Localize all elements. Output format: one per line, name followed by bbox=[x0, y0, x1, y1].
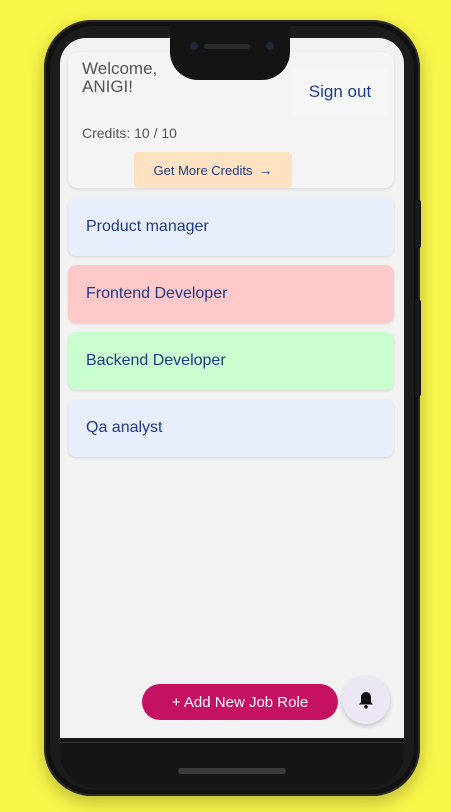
sensor-icon bbox=[266, 42, 274, 50]
job-role-label: Qa analyst bbox=[86, 419, 163, 436]
get-more-credits-label: Get More Credits bbox=[153, 162, 253, 178]
arrow-right-icon: → bbox=[258, 162, 273, 178]
camera-icon bbox=[190, 42, 198, 50]
notifications-button[interactable] bbox=[342, 676, 390, 724]
stage: Welcome, ANIGI! Credits: 10 / 10 Sign ou… bbox=[0, 0, 451, 812]
job-role-label: Product manager bbox=[86, 218, 209, 235]
job-role-item-qa-analyst[interactable]: Qa analyst bbox=[68, 399, 394, 457]
credits-text: Credits: 10 / 10 bbox=[82, 125, 177, 141]
job-role-label: Frontend Developer bbox=[86, 285, 228, 302]
job-role-item-product-manager[interactable]: Product manager bbox=[68, 198, 394, 256]
phone-side-button bbox=[415, 200, 421, 248]
bell-icon bbox=[359, 692, 373, 709]
job-role-list: Product manager Frontend Developer Backe… bbox=[68, 198, 394, 466]
nav-divider bbox=[60, 742, 404, 743]
get-more-credits-button[interactable]: Get More Credits → bbox=[134, 152, 292, 188]
home-indicator[interactable] bbox=[178, 768, 286, 774]
job-role-label: Backend Developer bbox=[86, 352, 226, 369]
job-role-item-frontend-developer[interactable]: Frontend Developer bbox=[68, 265, 394, 323]
camera-notch bbox=[170, 24, 290, 80]
job-role-item-backend-developer[interactable]: Backend Developer bbox=[68, 332, 394, 390]
sign-out-button[interactable]: Sign out bbox=[292, 66, 388, 118]
app-screen: Welcome, ANIGI! Credits: 10 / 10 Sign ou… bbox=[60, 38, 404, 738]
phone-volume-button bbox=[415, 300, 421, 396]
navigation-bar bbox=[60, 738, 404, 788]
add-new-job-role-button[interactable]: + Add New Job Role bbox=[142, 684, 338, 720]
